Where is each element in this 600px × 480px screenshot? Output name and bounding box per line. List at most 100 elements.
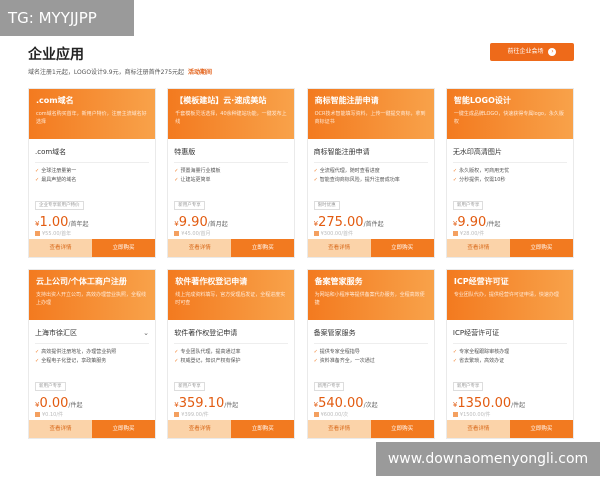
view-details-button[interactable]: 查看详情: [446, 239, 510, 257]
promo-tag: 新用户专享: [452, 201, 484, 210]
feature-item: ✓ 智能查询商标风险，提升注册成功率: [314, 176, 428, 185]
feature-item: ✓ 权威登记，知识产权有保护: [174, 357, 288, 366]
feature-item: ✓ 预置海量行业模板: [174, 167, 288, 176]
check-icon: ✓: [313, 168, 318, 174]
card-actions: 查看详情 立即购买: [168, 239, 295, 257]
card-actions: 查看详情 立即购买: [307, 239, 434, 257]
promo-tag: 企业专享新用户特价: [35, 201, 84, 210]
promo-tag: 新用户专享: [174, 382, 205, 391]
promo-tag: 新用户专享: [35, 382, 66, 391]
price: ¥540.00/次起: [314, 392, 428, 411]
check-icon: ✓: [174, 358, 179, 364]
feature-text: 分秒提供，仅需10秒: [459, 177, 506, 183]
card-title: 备案管家服务: [314, 277, 363, 286]
view-details-button[interactable]: 查看详情: [29, 420, 92, 438]
feature-text: 权威登记，知识产权有保护: [180, 358, 241, 364]
spec-select[interactable]: ICP经营许可证: [452, 324, 567, 344]
buy-now-button[interactable]: 立即购买: [92, 239, 155, 257]
card-header: 备案管家服务为网站和小程序等提供备案代办服务，全程高效便捷: [307, 270, 434, 320]
feature-item: ✓ 专业团队代理，提高通过率: [174, 348, 288, 357]
view-details-button[interactable]: 查看详情: [307, 420, 371, 438]
original-price: ¥0.10/件: [35, 411, 149, 418]
enterprise-venue-label: 前往企业会场: [507, 48, 544, 55]
page-subtitle: 域名注册1元起，LOGO设计9.9元，商标注册首件275元起 活动期间: [28, 67, 212, 76]
feature-item: ✓ 提供专家全程指导: [314, 348, 428, 357]
spec-select[interactable]: 备案管家服务: [313, 324, 428, 344]
view-details-button[interactable]: 查看详情: [307, 239, 371, 257]
discount-icon: [452, 231, 458, 236]
card-actions: 查看详情 立即购买: [29, 420, 155, 438]
feature-list: ✓ 预置海量行业模板 ✓ 让建站更简单: [174, 167, 288, 191]
discount-icon: [174, 412, 180, 417]
price-unit: /首年起: [68, 221, 89, 228]
view-details-button[interactable]: 查看详情: [168, 239, 232, 257]
product-card[interactable]: 软件著作权登记申请 线上完成资料填写，官方受理后发证，全程进度实时可查 软件著作权登…: [167, 269, 296, 439]
spec-select[interactable]: 软件著作权登记申请: [174, 324, 289, 344]
subtitle-text: 域名注册1元起，LOGO设计9.9元，商标注册首件275元起: [28, 69, 185, 76]
card-actions: 查看详情 立即购买: [446, 420, 573, 438]
price-value: 1.00: [39, 215, 69, 230]
check-icon: ✓: [35, 349, 40, 355]
feature-list: ✓ 全流程代理，随时查看进度 ✓ 智能查询商标风险，提升注册成功率: [314, 167, 428, 191]
price-unit: /次起: [363, 402, 378, 409]
card-description: OCR技术智能填写资料，上传一键提交商标，拿到商标证书: [314, 111, 426, 125]
feature-item: ✓ 省去繁琐，高效办证: [453, 357, 567, 366]
view-details-button[interactable]: 查看详情: [29, 239, 92, 257]
spec-select[interactable]: 无水印高清图片: [452, 143, 567, 163]
watermark-bottom: www.downaomenyongli.com: [376, 442, 600, 476]
feature-list: ✓ 专业团队代理，提高通过率 ✓ 权威登记，知识产权有保护: [174, 348, 288, 372]
discount-icon: [35, 231, 40, 236]
card-description: 为网站和小程序等提供备案代办服务，全程高效便捷: [314, 292, 425, 306]
product-card[interactable]: 云上公司/个体工商户注册 支持出资人开立公司，高效办理营业执照，全程线上办理上海市…: [28, 269, 156, 439]
price-value: 0.00: [39, 396, 69, 411]
product-card[interactable]: 商标智能注册申请 OCR技术智能填写资料，上传一键提交商标，拿到商标证书 商标智能注…: [306, 88, 435, 258]
feature-text: 预置海量行业模板: [180, 168, 221, 174]
spec-select[interactable]: 特惠版: [174, 143, 289, 163]
subtitle-link[interactable]: 活动期间: [188, 69, 212, 76]
price-unit: /首件起: [363, 221, 384, 228]
buy-now-button[interactable]: 立即购买: [370, 239, 434, 257]
feature-item: ✓ 高效提供注册地址，办理营业执照: [35, 348, 149, 357]
price-value: 275.00: [318, 215, 364, 230]
feature-item: ✓ 专家全程跟踪审核办理: [453, 348, 567, 357]
buy-now-button[interactable]: 立即购买: [509, 239, 573, 257]
discount-icon: [313, 231, 319, 236]
discount-icon: [174, 231, 180, 236]
check-icon: ✓: [35, 177, 40, 183]
feature-text: 最具声望的域名: [41, 177, 77, 183]
page-header: 企业应用 域名注册1元起，LOGO设计9.9元，商标注册首件275元起 活动期间…: [28, 40, 578, 82]
spec-select-value: 商标智能注册申请: [313, 148, 370, 156]
spec-select[interactable]: .com域名: [35, 143, 149, 163]
original-price-text: ¥399.00/件: [181, 412, 209, 418]
card-description: com域名购买首年，新用户特价，注册主流域名好选择: [36, 111, 147, 125]
feature-item: ✓ 全球注册量第一: [35, 167, 149, 176]
product-card[interactable]: 【模板建站】云·速成美站 千套模板灵活选择，40余种建站功能，一键发布上线 特惠版 ✓…: [167, 88, 296, 258]
price-unit: /件起: [224, 402, 239, 409]
feature-item: ✓ 分秒提供，仅需10秒: [453, 176, 567, 185]
card-header: 智能LOGO设计 一键生成品牌LOGO，快速获得专属logo，永久版权: [446, 89, 573, 139]
product-card[interactable]: 智能LOGO设计 一键生成品牌LOGO，快速获得专属logo，永久版权无水印高清图…: [445, 88, 574, 258]
spec-select-value: 特惠版: [174, 148, 196, 156]
enterprise-venue-button[interactable]: 前往企业会场 ›: [490, 43, 574, 61]
buy-now-button[interactable]: 立即购买: [231, 239, 295, 257]
feature-list: ✓ 提供专家全程指导 ✓ 资料准备齐全，一次通过: [314, 348, 428, 372]
buy-now-button[interactable]: 立即购买: [509, 420, 573, 438]
view-details-button[interactable]: 查看详情: [446, 420, 510, 438]
feature-item: ✓ 最具声望的域名: [35, 176, 149, 185]
buy-now-button[interactable]: 立即购买: [92, 420, 155, 438]
feature-text: 高效提供注册地址，办理营业执照: [41, 349, 117, 355]
product-card[interactable]: .com域名 com域名购买首年，新用户特价，注册主流域名好选择 .com域名 ✓ 全球…: [28, 88, 156, 258]
product-card[interactable]: 备案管家服务 为网站和小程序等提供备案代办服务，全程高效便捷 备案管家服务 ✓ 提供专家…: [306, 269, 435, 439]
view-details-button[interactable]: 查看详情: [168, 420, 232, 438]
spec-select[interactable]: 上海市徐汇区 ⌄: [35, 324, 149, 344]
spec-select[interactable]: 商标智能注册申请: [313, 143, 428, 163]
feature-list: ✓ 永久版权，可商用无忧 ✓ 分秒提供，仅需10秒: [453, 167, 567, 191]
buy-now-button[interactable]: 立即购买: [370, 420, 434, 438]
buy-now-button[interactable]: 立即购买: [231, 420, 295, 438]
feature-item: ✓ 全流程代理，随时查看进度: [314, 167, 428, 176]
price-unit: /件起: [486, 221, 501, 228]
card-actions: 查看详情 立即购买: [446, 239, 573, 257]
feature-text: 让建站更简单: [180, 177, 211, 183]
product-card[interactable]: ICP经营许可证 专业团队代办，提供经营许可证申请，快速办理 ICP经营许可证 ✓ 专家…: [445, 269, 574, 439]
card-header: 云上公司/个体工商户注册 支持出资人开立公司，高效办理营业执照，全程线上办理: [29, 270, 155, 320]
